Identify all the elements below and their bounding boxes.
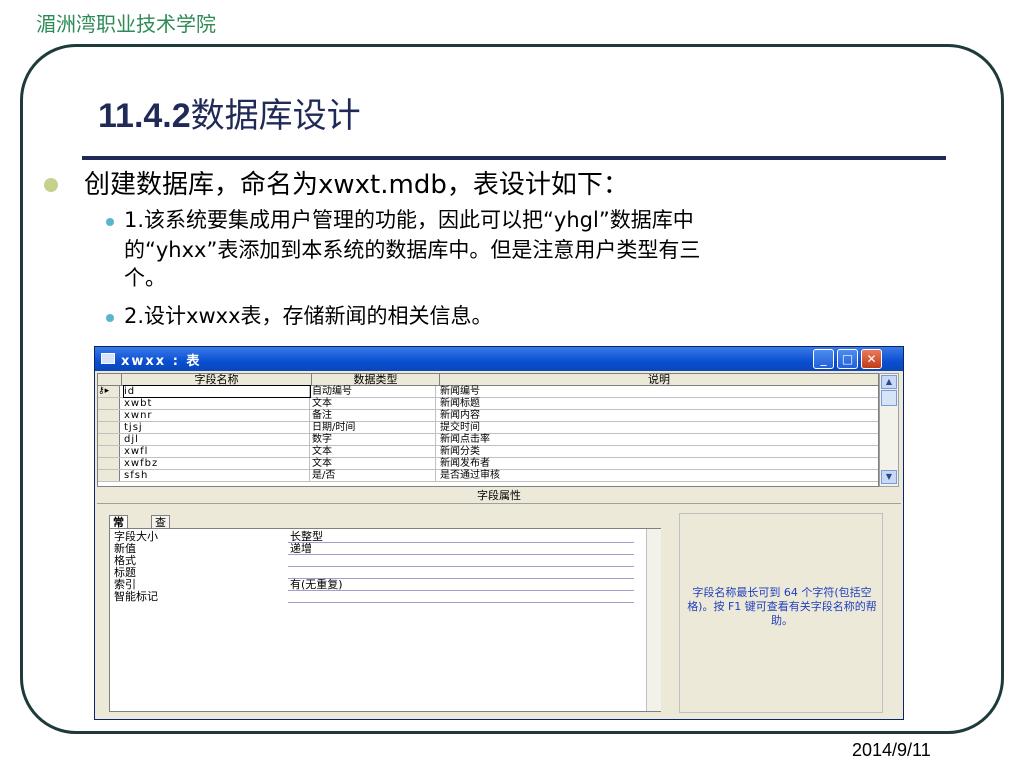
sub-bullet-dot [106,218,114,226]
title-text: 数据库设计 [190,96,361,136]
data-type-cell[interactable]: 文本 [312,446,436,457]
table-row[interactable]: tjsj 日期/时间 提交时间 [98,422,878,434]
field-name-cell[interactable]: xwbt [124,398,310,409]
field-name-cell[interactable]: djl [124,434,310,445]
sub-bullet-dot [106,314,114,322]
help-text: 字段名称最长可到 64 个字符(包括空格)。按 F1 键可查看有关字段名称的帮助… [687,586,877,627]
college-name: 湄洲湾职业技术学院 [36,12,216,36]
description-cell[interactable]: 新闻发布者 [440,458,878,469]
row-selector[interactable] [98,398,120,409]
field-name-cell[interactable]: xwfl [124,446,310,457]
bullet-dot [44,178,58,192]
column-header-field-name: 字段名称 [122,374,312,386]
sub-bullet-1-line-3: 个。 [124,266,166,290]
table-row[interactable]: xwbt 文本 新闻标题 [98,398,878,410]
property-row[interactable]: 智能标记 [114,591,634,603]
slide-title: 11.4.2数据库设计 [98,88,361,137]
table-row[interactable]: xwfl 文本 新闻分类 [98,446,878,458]
table-row[interactable]: sfsh 是/否 是否通过审核 [98,470,878,482]
description-cell[interactable]: 新闻内容 [440,410,878,421]
window-titlebar[interactable]: xwxx : 表 _ □ ✕ [95,347,903,371]
property-value[interactable]: 递增 [288,543,634,555]
description-cell[interactable]: 提交时间 [440,422,878,433]
row-selector[interactable] [98,422,120,433]
help-panel: 字段名称最长可到 64 个字符(包括空格)。按 F1 键可查看有关字段名称的帮助… [679,513,883,713]
table-row[interactable]: ⚷▸ id 自动编号 新闻编号 [98,385,878,398]
data-type-cell[interactable]: 备注 [312,410,436,421]
sub-bullet-1-line-1: 1.该系统要集成用户管理的功能，因此可以把“yhgl”数据库中 [124,208,694,232]
tab-general[interactable]: 常规 [109,515,128,542]
close-button[interactable]: ✕ [861,349,882,369]
data-type-cell[interactable]: 是/否 [312,470,436,481]
field-name-cell[interactable]: xwfbz [124,458,310,469]
column-header-data-type: 数据类型 [312,374,440,386]
property-row[interactable]: 字段大小 长整型 [114,531,634,543]
minimize-button[interactable]: _ [813,349,834,369]
data-type-cell[interactable]: 数字 [312,434,436,445]
sub-bullet-1-line-2: 的“yhxx”表添加到本系统的数据库中。但是注意用户类型有三 [124,238,701,262]
property-label: 智能标记 [114,590,158,603]
data-type-cell[interactable]: 文本 [312,458,436,469]
table-design-window: xwxx : 表 _ □ ✕ 字段名称 数据类型 说明 ⚷▸ id 自动编号 新… [94,346,904,720]
row-selector[interactable] [98,434,120,445]
description-cell[interactable]: 新闻标题 [440,398,878,409]
property-scrollbar[interactable] [646,529,661,711]
table-row[interactable]: xwnr 备注 新闻内容 [98,410,878,422]
property-row[interactable]: 新值 递增 [114,543,634,555]
description-cell[interactable]: 新闻分类 [440,446,878,457]
title-underline [82,156,946,160]
data-type-cell[interactable]: 自动编号 [312,386,436,397]
table-row[interactable]: xwfbz 文本 新闻发布者 [98,458,878,470]
data-type-cell[interactable]: 文本 [312,398,436,409]
tab-lookup[interactable]: 查阅 [151,515,170,542]
property-row[interactable]: 标题 [114,567,634,579]
property-panel: 字段大小 长整型 新值 递增 格式 标题 索引 有(无重复) 智能标记 [109,528,661,712]
title-number: 11.4.2 [98,97,191,135]
data-type-cell[interactable]: 日期/时间 [312,422,436,433]
scroll-up-icon[interactable]: ▲ [881,375,897,389]
grid-vertical-scrollbar[interactable]: ▲ ▼ [879,373,899,487]
row-selector[interactable] [98,446,120,457]
field-name-cell[interactable]: tjsj [124,422,310,433]
row-selector[interactable] [98,458,120,469]
table-icon [101,353,115,364]
property-value[interactable] [288,555,634,567]
window-title: xwxx : 表 [121,354,202,369]
primary-key-icon: ⚷▸ [98,386,120,397]
property-row[interactable]: 格式 [114,555,634,567]
column-header-description: 说明 [440,374,878,386]
field-properties-header: 字段属性 [97,489,901,504]
field-name-cell[interactable]: xwnr [124,410,310,421]
property-value[interactable]: 有(无重复) [288,579,634,591]
sub-bullet-2-text: 2.设计xwxx表，存储新闻的相关信息。 [124,304,493,328]
slide-date: 2014/9/11 [852,740,931,760]
property-value[interactable]: 长整型 [288,531,634,543]
field-grid: 字段名称 数据类型 说明 ⚷▸ id 自动编号 新闻编号 xwbt 文本 新闻标… [97,373,879,487]
row-selector[interactable] [98,410,120,421]
description-cell[interactable]: 新闻点击率 [440,434,878,445]
property-value[interactable] [288,591,634,603]
scroll-down-icon[interactable]: ▼ [881,470,897,484]
row-selector-header [98,374,122,386]
description-cell[interactable]: 新闻编号 [440,386,878,397]
field-name-cell[interactable]: id [123,385,311,398]
table-row[interactable]: djl 数字 新闻点击率 [98,434,878,446]
maximize-button[interactable]: □ [837,349,858,369]
description-cell[interactable]: 是否通过审核 [440,470,878,481]
scroll-thumb[interactable] [881,390,897,406]
field-name-cell[interactable]: sfsh [124,470,310,481]
row-selector[interactable] [98,470,120,481]
property-row[interactable]: 索引 有(无重复) [114,579,634,591]
bullet-1-text: 创建数据库，命名为xwxt.mdb，表设计如下： [84,170,629,200]
